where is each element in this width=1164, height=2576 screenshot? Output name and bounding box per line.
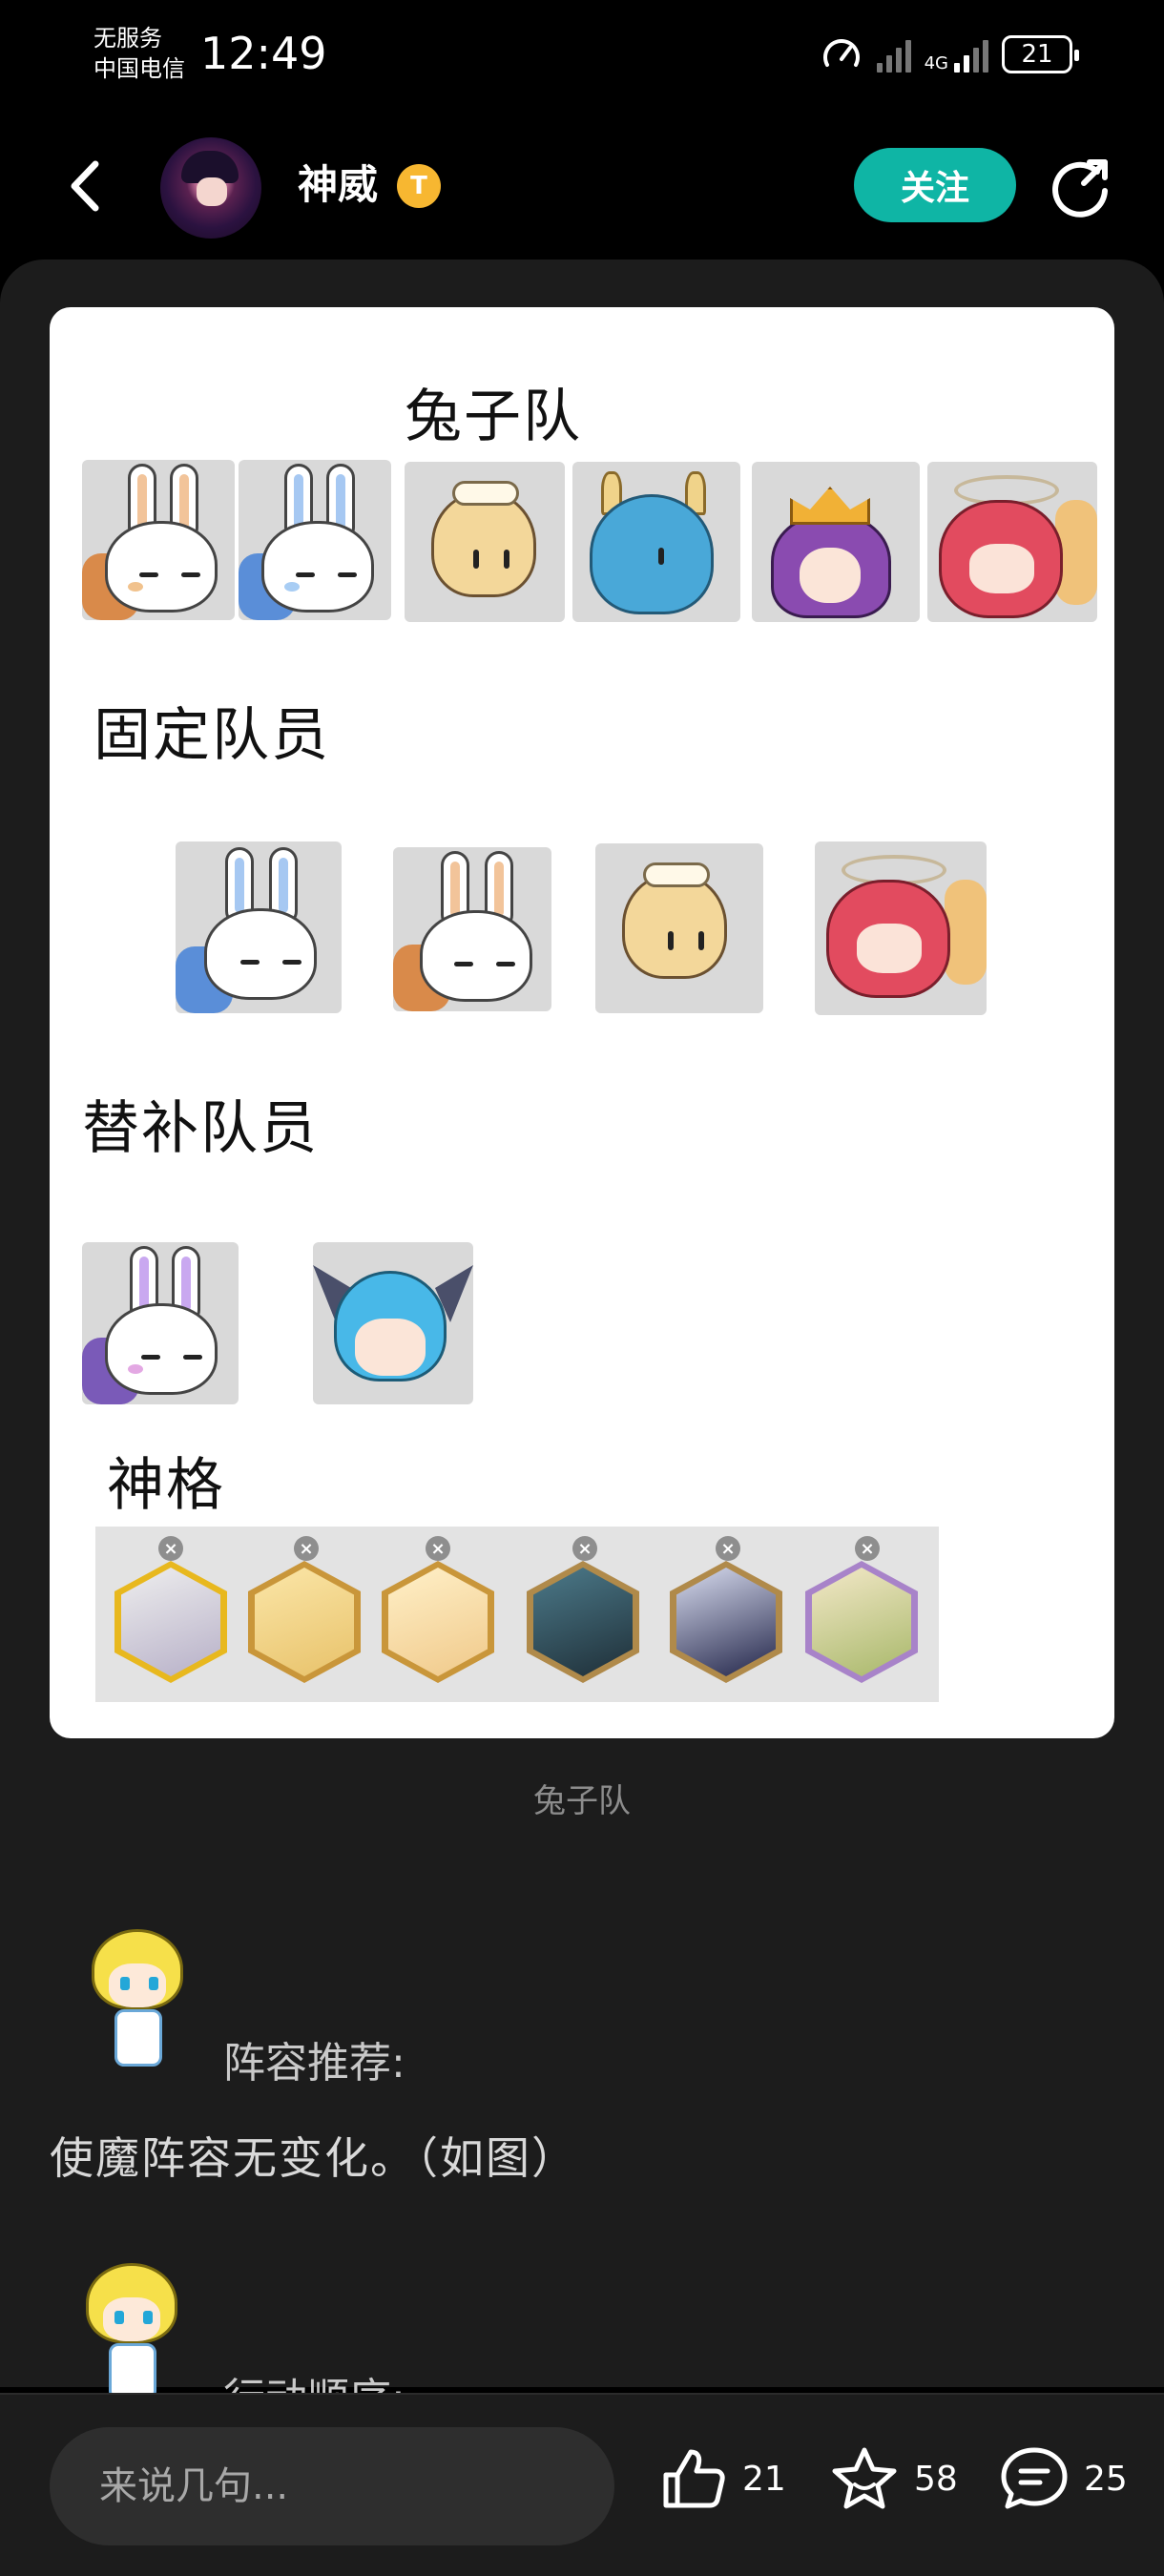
thumbs-up-icon xyxy=(663,2449,725,2508)
lineup-title: 阵容推荐: xyxy=(223,2039,405,2088)
status-icons: 4G 21 xyxy=(820,32,1079,76)
mascot-icon xyxy=(86,1910,191,2091)
green-flower-icon xyxy=(805,1561,918,1683)
golden-priest-icon xyxy=(382,1561,494,1683)
battery-level: 21 xyxy=(1021,40,1053,69)
status-bar: 无服务 中国电信 12:49 4G 21 xyxy=(0,0,1164,114)
navy-witch-icon xyxy=(670,1561,782,1683)
remove-icon: × xyxy=(572,1536,597,1561)
clock: 12:49 xyxy=(200,28,327,79)
rabbit-purple-icon xyxy=(82,1242,239,1404)
purple-queen-icon xyxy=(752,462,920,622)
dark-beast-icon xyxy=(527,1561,639,1683)
avatar[interactable] xyxy=(160,137,261,239)
divinity-bar: × × × × × × xyxy=(95,1527,939,1702)
substitutes-label: 替补队员 xyxy=(82,1095,319,1162)
like-count: 21 xyxy=(742,2459,786,2499)
image-caption: 兔子队 xyxy=(533,1782,631,1820)
comment-count: 25 xyxy=(1084,2459,1128,2499)
comment-button[interactable]: 25 xyxy=(998,2442,1128,2515)
post-content: 兔子队 固定队员 替补队员 神格 × × × × × × 兔子队 阵容推荐: xyxy=(0,260,1164,2423)
remove-icon: × xyxy=(294,1536,319,1561)
carrier-line2: 中国电信 xyxy=(94,55,185,82)
silver-knight-icon xyxy=(114,1561,227,1683)
rabbit-orange-icon xyxy=(82,460,235,620)
rabbit-blue-icon xyxy=(239,460,391,620)
blue-dragon-icon xyxy=(572,462,740,622)
favorite-count: 58 xyxy=(914,2459,958,2499)
speed-icon xyxy=(822,39,860,67)
network-type: 4G xyxy=(924,53,948,73)
signal-icon xyxy=(954,36,988,73)
rabbit-orange-icon xyxy=(393,847,551,1011)
remove-icon: × xyxy=(716,1536,740,1561)
remove-icon: × xyxy=(158,1536,183,1561)
bottom-bar: 来说几句... 21 58 25 xyxy=(0,2393,1164,2576)
battery-icon: 21 xyxy=(1002,35,1079,73)
username[interactable]: 神威 xyxy=(298,156,378,214)
share-icon[interactable] xyxy=(1048,153,1114,219)
blonde-horned-icon xyxy=(248,1561,361,1683)
top-nav: 神威 T 关注 xyxy=(0,114,1164,258)
image-title: 兔子队 xyxy=(405,384,582,450)
remove-icon: × xyxy=(855,1536,880,1561)
remove-icon: × xyxy=(426,1536,450,1561)
verified-badge: T xyxy=(397,164,441,208)
divinity-label: 神格 xyxy=(107,1452,225,1519)
network-indicator: 4G xyxy=(925,36,988,73)
post-image[interactable]: 兔子队 固定队员 替补队员 神格 × × × × × × xyxy=(50,307,1114,1738)
blonde-girl-icon xyxy=(595,843,763,1013)
no-signal-icon xyxy=(876,36,911,73)
fixed-members-label: 固定队员 xyxy=(94,702,330,769)
rabbit-blue-icon xyxy=(176,841,342,1013)
star-icon xyxy=(832,2447,897,2509)
back-icon[interactable] xyxy=(59,153,116,219)
comment-icon xyxy=(1001,2447,1068,2509)
favorite-button[interactable]: 58 xyxy=(828,2442,958,2515)
comment-input[interactable]: 来说几句... xyxy=(50,2427,614,2545)
like-button[interactable]: 21 xyxy=(656,2442,786,2515)
blue-bat-girl-icon xyxy=(313,1242,473,1404)
carrier-label: 无服务 中国电信 xyxy=(94,23,185,84)
follow-button[interactable]: 关注 xyxy=(854,148,1016,222)
red-angel-icon xyxy=(815,841,987,1015)
lineup-text: 使魔阵容无变化。（如图） xyxy=(50,2132,577,2184)
carrier-line1: 无服务 xyxy=(94,25,162,52)
blonde-girl-icon xyxy=(405,462,565,622)
red-angel-icon xyxy=(927,462,1097,622)
